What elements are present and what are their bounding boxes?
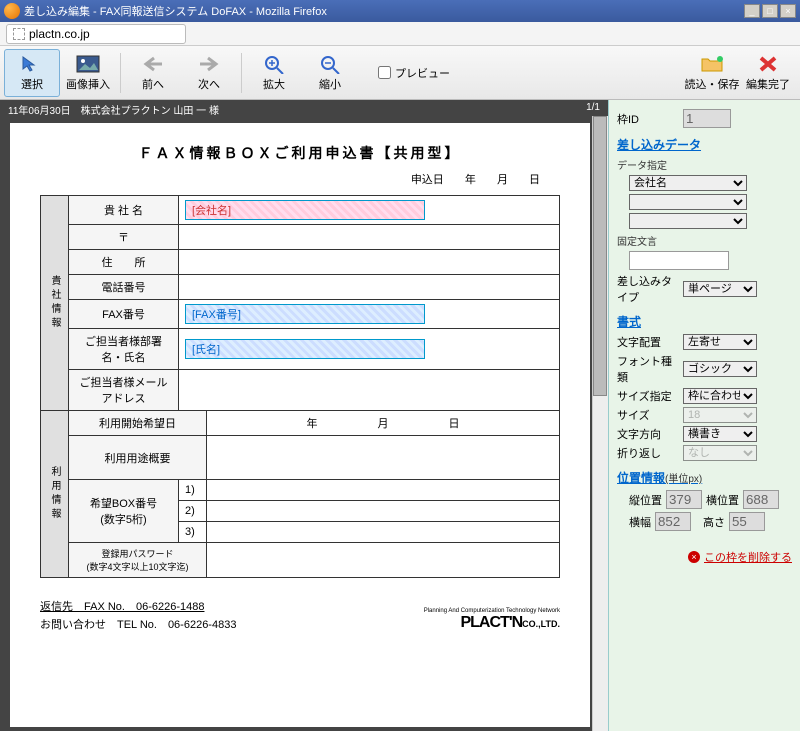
tool-next[interactable]: 次へ: [181, 49, 237, 97]
direction-select[interactable]: 横書き: [683, 426, 757, 442]
separator: [120, 53, 121, 93]
height-field: [729, 512, 765, 531]
tool-zoom-in[interactable]: 拡大: [246, 49, 302, 97]
url-text: plactn.co.jp: [29, 27, 90, 41]
width-field: [655, 512, 691, 531]
doc-date: 申込日 年 月 日: [40, 171, 560, 187]
tool-zoom-out[interactable]: 縮小: [302, 49, 358, 97]
merge-fax[interactable]: [FAX番号]: [185, 304, 425, 324]
document-view[interactable]: ＦＡＸ情報ＢＯＸご利用申込書【共用型】 申込日 年 月 日 貴社情報 貴 社 名…: [10, 123, 590, 727]
url-bar: plactn.co.jp: [0, 22, 800, 46]
font-select[interactable]: ゴシック: [683, 361, 757, 377]
wrap-select: なし: [683, 445, 757, 461]
tool-insert-image[interactable]: 画像挿入: [60, 49, 116, 97]
firefox-icon: [4, 3, 20, 19]
size-select: 18: [683, 407, 757, 423]
preview-checkbox[interactable]: [378, 66, 391, 79]
company-table: 貴社情報 貴 社 名 [会社名] 〒 住 所 電話番号 FAX番号 [FAX番号…: [40, 195, 560, 411]
titlebar: 差し込み編集 - FAX同報送信システム DoFAX - Mozilla Fir…: [0, 0, 800, 22]
cursor-icon: [20, 54, 44, 74]
arrow-left-icon: [141, 54, 165, 74]
doc-title: ＦＡＸ情報ＢＯＸご利用申込書【共用型】: [40, 143, 560, 163]
tool-prev[interactable]: 前へ: [125, 49, 181, 97]
section-position: 位置情報(単位px): [617, 469, 792, 486]
image-icon: [76, 54, 100, 74]
zoom-in-icon: [262, 54, 286, 74]
side-panel: 枠ID 差し込みデータ データ指定 会社名 固定文言 差し込みタイプ 単ページ …: [608, 100, 800, 731]
preview-label: プレビュー: [395, 65, 450, 81]
doc-footer: 返信先 FAX No. 06-6226-1488 お問い合わせ TEL No. …: [40, 596, 560, 632]
section-format: 書式: [617, 313, 792, 330]
frame-id-field: [683, 109, 731, 128]
page-icon: [13, 28, 25, 40]
document-area: 11年06月30日 株式会社プラクトン 山田 一 様 1/1 ＦＡＸ情報ＢＯＸご…: [0, 100, 608, 731]
tool-select[interactable]: 選択: [4, 49, 60, 97]
window-title: 差し込み編集 - FAX同報送信システム DoFAX - Mozilla Fir…: [24, 3, 744, 19]
zoom-out-icon: [318, 54, 342, 74]
close-button[interactable]: ×: [780, 4, 796, 18]
tool-load-save[interactable]: 読込・保存: [684, 49, 740, 97]
align-select[interactable]: 左寄せ: [683, 334, 757, 350]
scroll-thumb[interactable]: [593, 116, 607, 396]
arrow-right-icon: [197, 54, 221, 74]
vpos-field: [666, 490, 702, 509]
toolbar: 選択 画像挿入 前へ 次へ 拡大 縮小 プレビュー: [0, 46, 800, 100]
delete-frame-link[interactable]: × この枠を削除する: [617, 549, 792, 565]
frame-id-label: 枠ID: [617, 111, 679, 127]
data-select-2[interactable]: [629, 194, 747, 210]
data-select-3[interactable]: [629, 213, 747, 229]
merge-company[interactable]: [会社名]: [185, 200, 425, 220]
minimize-button[interactable]: _: [744, 4, 760, 18]
vertical-scrollbar[interactable]: [592, 116, 608, 731]
maximize-button[interactable]: □: [762, 4, 778, 18]
tool-finish[interactable]: 編集完了: [740, 49, 796, 97]
delete-icon: ×: [688, 551, 700, 563]
folder-icon: [700, 54, 724, 74]
sizemode-select[interactable]: 枠に合わせる: [683, 388, 757, 404]
document-header: 11年06月30日 株式会社プラクトン 山田 一 様 1/1: [0, 100, 608, 119]
usage-table: 利用情報 利用開始希望日 年月日 利用用途概要 希望BOX番号 (数字5桁) 1…: [40, 410, 560, 578]
url-input[interactable]: plactn.co.jp: [6, 24, 186, 44]
merge-type-select[interactable]: 単ページ: [683, 281, 757, 297]
data-select-1[interactable]: 会社名: [629, 175, 747, 191]
close-x-icon: [756, 54, 780, 74]
hpos-field: [743, 490, 779, 509]
section-merge-data: 差し込みデータ: [617, 136, 792, 153]
fixed-text-input[interactable]: [629, 251, 729, 270]
merge-name[interactable]: [氏名]: [185, 339, 425, 359]
separator: [241, 53, 242, 93]
